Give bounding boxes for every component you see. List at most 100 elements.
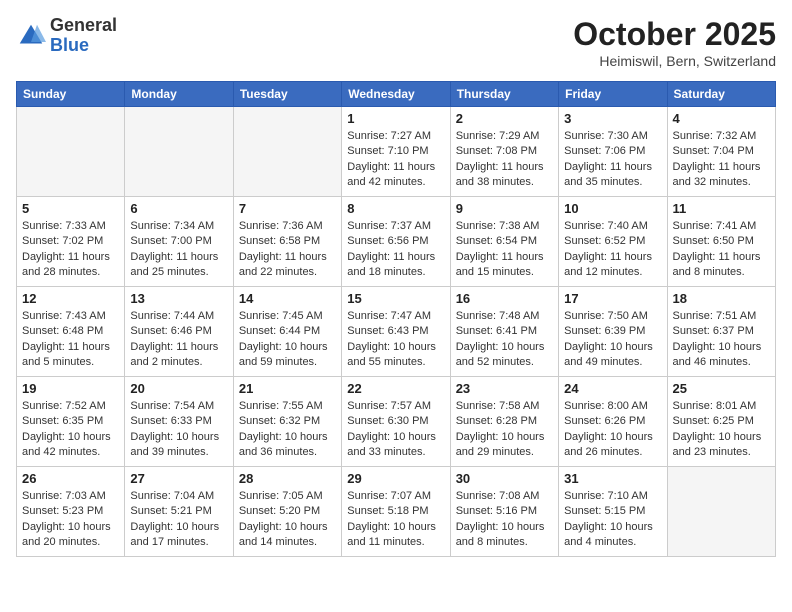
- day-of-week-header: Thursday: [450, 82, 558, 107]
- day-info: Sunrise: 7:41 AM Sunset: 6:50 PM Dayligh…: [673, 219, 770, 281]
- week-row: 5 Sunrise: 7:33 AM Sunset: 7:02 PM Daylig…: [17, 197, 776, 287]
- week-row: 1Sunrise: 7:27 AM Sunset: 7:10 PM Daylig…: [17, 107, 776, 197]
- day-number: 1: [347, 111, 444, 126]
- calendar-cell: 20 Sunrise: 7:54 AM Sunset: 6:33 PM Dayli…: [125, 377, 233, 467]
- day-info: Sunrise: 7:54 AM Sunset: 6:33 PM Dayligh…: [130, 399, 227, 461]
- day-number: 12: [22, 291, 119, 306]
- title-block: October 2025 Heimiswil, Bern, Switzerlan…: [573, 16, 776, 69]
- day-info: Sunrise: 7:07 AM Sunset: 5:18 PM Dayligh…: [347, 489, 444, 551]
- day-of-week-header: Sunday: [17, 82, 125, 107]
- day-info: Sunrise: 7:34 AM Sunset: 7:00 PM Dayligh…: [130, 219, 227, 281]
- calendar-cell: [667, 467, 775, 557]
- day-info: Sunrise: 7:05 AM Sunset: 5:20 PM Dayligh…: [239, 489, 336, 551]
- day-info: Sunrise: 7:43 AM Sunset: 6:48 PM Dayligh…: [22, 309, 119, 371]
- calendar-cell: 13 Sunrise: 7:44 AM Sunset: 6:46 PM Dayli…: [125, 287, 233, 377]
- day-of-week-header: Saturday: [667, 82, 775, 107]
- calendar-cell: 30 Sunrise: 7:08 AM Sunset: 5:16 PM Dayli…: [450, 467, 558, 557]
- logo-general-text: General: [50, 16, 117, 36]
- week-row: 26 Sunrise: 7:03 AM Sunset: 5:23 PM Dayli…: [17, 467, 776, 557]
- day-info: Sunrise: 7:45 AM Sunset: 6:44 PM Dayligh…: [239, 309, 336, 371]
- page-header: General Blue October 2025 Heimiswil, Ber…: [16, 16, 776, 69]
- day-number: 4: [673, 111, 770, 126]
- calendar-header-row: SundayMondayTuesdayWednesdayThursdayFrid…: [17, 82, 776, 107]
- day-info: Sunrise: 7:58 AM Sunset: 6:28 PM Dayligh…: [456, 399, 553, 461]
- day-info: Sunrise: 7:55 AM Sunset: 6:32 PM Dayligh…: [239, 399, 336, 461]
- calendar-cell: [233, 107, 341, 197]
- day-info: Sunrise: 7:50 AM Sunset: 6:39 PM Dayligh…: [564, 309, 661, 371]
- day-number: 27: [130, 471, 227, 486]
- day-number: 20: [130, 381, 227, 396]
- calendar-cell: 21 Sunrise: 7:55 AM Sunset: 6:32 PM Dayli…: [233, 377, 341, 467]
- day-number: 10: [564, 201, 661, 216]
- calendar-cell: 19Sunrise: 7:52 AM Sunset: 6:35 PM Dayli…: [17, 377, 125, 467]
- day-number: 31: [564, 471, 661, 486]
- calendar-cell: 9 Sunrise: 7:38 AM Sunset: 6:54 PM Daylig…: [450, 197, 558, 287]
- week-row: 19Sunrise: 7:52 AM Sunset: 6:35 PM Dayli…: [17, 377, 776, 467]
- calendar-cell: 10 Sunrise: 7:40 AM Sunset: 6:52 PM Dayli…: [559, 197, 667, 287]
- calendar-cell: 17 Sunrise: 7:50 AM Sunset: 6:39 PM Dayli…: [559, 287, 667, 377]
- day-info: Sunrise: 8:00 AM Sunset: 6:26 PM Dayligh…: [564, 399, 661, 461]
- day-info: Sunrise: 7:47 AM Sunset: 6:43 PM Dayligh…: [347, 309, 444, 371]
- calendar-cell: [125, 107, 233, 197]
- calendar-cell: 2Sunrise: 7:29 AM Sunset: 7:08 PM Daylig…: [450, 107, 558, 197]
- day-info: Sunrise: 7:48 AM Sunset: 6:41 PM Dayligh…: [456, 309, 553, 371]
- day-number: 18: [673, 291, 770, 306]
- day-info: Sunrise: 7:44 AM Sunset: 6:46 PM Dayligh…: [130, 309, 227, 371]
- day-of-week-header: Monday: [125, 82, 233, 107]
- calendar-cell: 6Sunrise: 7:34 AM Sunset: 7:00 PM Daylig…: [125, 197, 233, 287]
- calendar-cell: 22Sunrise: 7:57 AM Sunset: 6:30 PM Dayli…: [342, 377, 450, 467]
- day-number: 28: [239, 471, 336, 486]
- day-number: 24: [564, 381, 661, 396]
- day-info: Sunrise: 7:37 AM Sunset: 6:56 PM Dayligh…: [347, 219, 444, 281]
- day-number: 16: [456, 291, 553, 306]
- day-number: 25: [673, 381, 770, 396]
- calendar-cell: 27 Sunrise: 7:04 AM Sunset: 5:21 PM Dayli…: [125, 467, 233, 557]
- calendar-cell: 16 Sunrise: 7:48 AM Sunset: 6:41 PM Dayli…: [450, 287, 558, 377]
- day-info: Sunrise: 7:40 AM Sunset: 6:52 PM Dayligh…: [564, 219, 661, 281]
- day-number: 8: [347, 201, 444, 216]
- calendar-cell: 14Sunrise: 7:45 AM Sunset: 6:44 PM Dayli…: [233, 287, 341, 377]
- calendar-cell: 28 Sunrise: 7:05 AM Sunset: 5:20 PM Dayli…: [233, 467, 341, 557]
- day-number: 9: [456, 201, 553, 216]
- day-number: 17: [564, 291, 661, 306]
- day-info: Sunrise: 7:32 AM Sunset: 7:04 PM Dayligh…: [673, 129, 770, 191]
- week-row: 12 Sunrise: 7:43 AM Sunset: 6:48 PM Dayli…: [17, 287, 776, 377]
- day-number: 15: [347, 291, 444, 306]
- calendar-cell: 7Sunrise: 7:36 AM Sunset: 6:58 PM Daylig…: [233, 197, 341, 287]
- day-number: 5: [22, 201, 119, 216]
- calendar-cell: 23Sunrise: 7:58 AM Sunset: 6:28 PM Dayli…: [450, 377, 558, 467]
- day-number: 22: [347, 381, 444, 396]
- day-number: 30: [456, 471, 553, 486]
- day-info: Sunrise: 7:10 AM Sunset: 5:15 PM Dayligh…: [564, 489, 661, 551]
- calendar-cell: 26 Sunrise: 7:03 AM Sunset: 5:23 PM Dayli…: [17, 467, 125, 557]
- day-info: Sunrise: 7:38 AM Sunset: 6:54 PM Dayligh…: [456, 219, 553, 281]
- calendar-table: SundayMondayTuesdayWednesdayThursdayFrid…: [16, 81, 776, 557]
- calendar-cell: 29 Sunrise: 7:07 AM Sunset: 5:18 PM Dayli…: [342, 467, 450, 557]
- calendar-cell: 3Sunrise: 7:30 AM Sunset: 7:06 PM Daylig…: [559, 107, 667, 197]
- day-info: Sunrise: 7:30 AM Sunset: 7:06 PM Dayligh…: [564, 129, 661, 191]
- calendar-cell: 24 Sunrise: 8:00 AM Sunset: 6:26 PM Dayli…: [559, 377, 667, 467]
- calendar-cell: 12 Sunrise: 7:43 AM Sunset: 6:48 PM Dayli…: [17, 287, 125, 377]
- day-info: Sunrise: 7:33 AM Sunset: 7:02 PM Dayligh…: [22, 219, 119, 281]
- day-of-week-header: Wednesday: [342, 82, 450, 107]
- calendar-cell: 4 Sunrise: 7:32 AM Sunset: 7:04 PM Daylig…: [667, 107, 775, 197]
- calendar-cell: 15 Sunrise: 7:47 AM Sunset: 6:43 PM Dayli…: [342, 287, 450, 377]
- day-of-week-header: Tuesday: [233, 82, 341, 107]
- day-info: Sunrise: 7:03 AM Sunset: 5:23 PM Dayligh…: [22, 489, 119, 551]
- calendar-cell: 11Sunrise: 7:41 AM Sunset: 6:50 PM Dayli…: [667, 197, 775, 287]
- day-number: 29: [347, 471, 444, 486]
- day-info: Sunrise: 7:04 AM Sunset: 5:21 PM Dayligh…: [130, 489, 227, 551]
- day-number: 13: [130, 291, 227, 306]
- calendar-cell: 25 Sunrise: 8:01 AM Sunset: 6:25 PM Dayli…: [667, 377, 775, 467]
- day-info: Sunrise: 7:08 AM Sunset: 5:16 PM Dayligh…: [456, 489, 553, 551]
- calendar-cell: 18Sunrise: 7:51 AM Sunset: 6:37 PM Dayli…: [667, 287, 775, 377]
- calendar-cell: 8 Sunrise: 7:37 AM Sunset: 6:56 PM Daylig…: [342, 197, 450, 287]
- location-subtitle: Heimiswil, Bern, Switzerland: [573, 53, 776, 69]
- day-info: Sunrise: 7:36 AM Sunset: 6:58 PM Dayligh…: [239, 219, 336, 281]
- calendar-cell: [17, 107, 125, 197]
- day-info: Sunrise: 7:52 AM Sunset: 6:35 PM Dayligh…: [22, 399, 119, 461]
- day-number: 2: [456, 111, 553, 126]
- day-info: Sunrise: 8:01 AM Sunset: 6:25 PM Dayligh…: [673, 399, 770, 461]
- day-number: 21: [239, 381, 336, 396]
- day-number: 26: [22, 471, 119, 486]
